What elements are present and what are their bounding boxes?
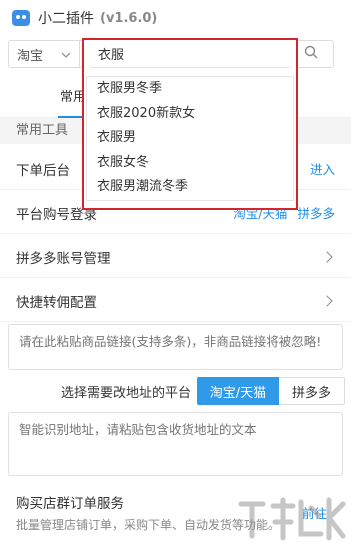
app-logo-icon: [12, 10, 30, 26]
app-version: (v1.6.0): [100, 10, 158, 26]
taobao-platform-button[interactable]: 淘宝/天猫: [197, 377, 279, 405]
suggestion-item[interactable]: 衣服男: [87, 126, 293, 151]
row-pdd-accounts[interactable]: 拼多多账号管理: [0, 236, 351, 278]
suggestion-item[interactable]: 衣服女冬: [87, 151, 293, 176]
address-platform-row: 选择需要改地址的平台 淘宝/天猫 拼多多: [0, 376, 351, 406]
platform-select-value: 淘宝: [17, 48, 44, 64]
app-title: 小二插件: [38, 11, 94, 27]
chevron-down-icon: [61, 47, 71, 62]
pdd-login-link[interactable]: 拼多多: [297, 203, 335, 222]
suggestion-list: 衣服男冬季 衣服2020新款女 衣服男 衣服女冬 衣服男潮流冬季: [86, 76, 294, 201]
watermark-logo-icon: [238, 497, 346, 541]
enter-link[interactable]: 进入: [310, 159, 335, 178]
search-suggestion-dropdown: 衣服 衣服男冬季 衣服2020新款女 衣服男 衣服女冬 衣服男潮流冬季: [82, 38, 298, 210]
chevron-right-icon: [321, 294, 333, 307]
address-paste-box[interactable]: [8, 412, 343, 476]
address-platform-label: 选择需要改地址的平台: [60, 385, 191, 401]
group-order-title: 购买店群订单服务: [16, 496, 124, 512]
chevron-right-icon: [321, 250, 333, 263]
pdd-accounts-label: 拼多多账号管理: [16, 250, 111, 267]
rebate-config-label: 快捷转佣配置: [16, 294, 97, 311]
order-backend-label: 下单后台: [16, 162, 70, 179]
dropdown-search-value[interactable]: 衣服: [90, 44, 290, 68]
platform-select[interactable]: 淘宝: [8, 40, 80, 68]
suggestion-item[interactable]: 衣服男冬季: [87, 77, 293, 102]
search-icon: [304, 45, 318, 63]
pdd-platform-button[interactable]: 拼多多: [279, 377, 345, 405]
title-bar: 小二插件 (v1.6.0): [0, 0, 351, 36]
link-paste-box[interactable]: [8, 324, 343, 370]
row-rebate-config[interactable]: 快捷转佣配置: [0, 280, 351, 322]
suggestion-item[interactable]: 衣服2020新款女: [87, 102, 293, 127]
suggestion-item[interactable]: 衣服男潮流冬季: [87, 175, 293, 200]
